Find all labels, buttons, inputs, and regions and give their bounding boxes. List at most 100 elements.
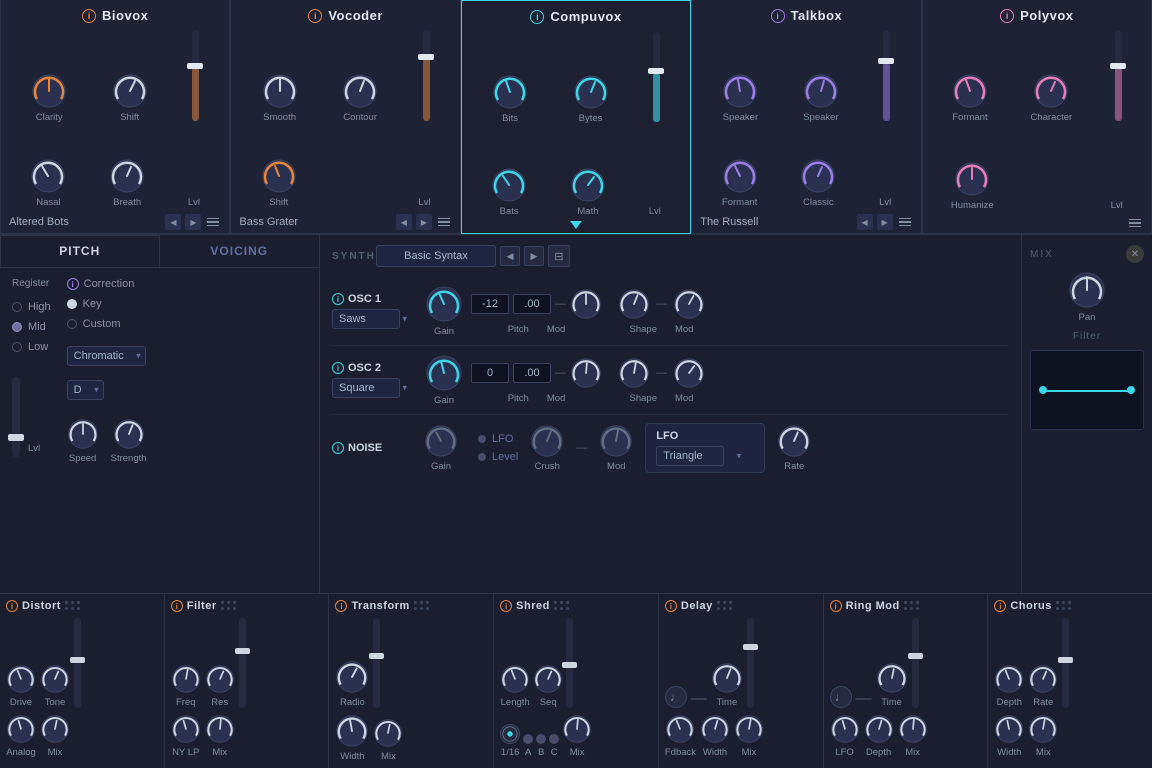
synth-prev-btn[interactable]: ◀ [500, 246, 520, 266]
speaker1-knob[interactable] [722, 73, 758, 109]
nasal-knob[interactable] [30, 158, 66, 194]
shred-a-dot[interactable] [523, 734, 533, 744]
bytes-knob[interactable] [573, 74, 609, 110]
bats-knob[interactable] [491, 167, 527, 203]
lfo-rate-knob[interactable] [777, 424, 811, 458]
shred-116-knob[interactable] [500, 724, 520, 744]
mid-radio[interactable] [12, 322, 22, 332]
chorus-drag-handle[interactable] [1056, 601, 1072, 611]
ringmod-mix-knob[interactable] [898, 714, 928, 744]
osc2-pitch-mod-knob[interactable] [570, 357, 602, 389]
ringmod-time-knob[interactable] [876, 662, 908, 694]
osc2-pitch-coarse[interactable] [471, 363, 509, 383]
polyvox-menu[interactable] [1127, 217, 1143, 230]
compuvox-level-slider[interactable] [653, 32, 660, 124]
correction-icon[interactable]: i [67, 278, 79, 290]
shred-drag-handle[interactable] [554, 601, 570, 611]
talkbox-next[interactable]: ▶ [877, 214, 893, 230]
talkbox-level-slider[interactable] [883, 31, 890, 123]
formant2-knob[interactable] [952, 73, 988, 109]
register-high[interactable]: High [12, 301, 51, 313]
tone-knob[interactable] [40, 664, 70, 694]
res-knob[interactable] [205, 664, 235, 694]
humanize-knob[interactable] [954, 161, 990, 197]
contour-knob[interactable] [342, 73, 378, 109]
high-radio[interactable] [12, 302, 22, 312]
filter-dot-left[interactable] [1039, 386, 1047, 394]
nylp-knob[interactable] [171, 714, 201, 744]
speaker2-knob[interactable] [803, 73, 839, 109]
delay-width-knob[interactable] [700, 714, 730, 744]
talkbox-prev[interactable]: ◀ [857, 214, 873, 230]
osc2-pitch-fine[interactable] [513, 363, 551, 383]
pan-knob[interactable] [1068, 271, 1106, 309]
width-knob[interactable] [335, 714, 369, 748]
delay-time-knob[interactable] [711, 662, 743, 694]
tab-pitch[interactable]: PITCH [0, 235, 160, 267]
freq-knob[interactable] [171, 664, 201, 694]
register-mid[interactable]: Mid [12, 321, 51, 333]
osc2-shape-knob[interactable] [618, 357, 650, 389]
vocoder-menu[interactable] [436, 216, 452, 229]
analog-knob[interactable] [6, 714, 36, 744]
delay-mix-knob[interactable] [734, 714, 764, 744]
osc1-gain-knob[interactable] [425, 285, 463, 323]
talkbox-menu[interactable] [897, 216, 913, 229]
radio-knob[interactable] [335, 660, 369, 694]
ringmod-info-icon[interactable]: i [830, 600, 842, 612]
distort-info-icon[interactable]: i [6, 600, 18, 612]
osc2-shape-mod-knob[interactable] [673, 357, 705, 389]
osc2-waveform-select[interactable]: Square Sine Saws Triangle [332, 378, 400, 398]
osc1-waveform-wrap[interactable]: Saws Sine Square Triangle [332, 309, 412, 329]
ringmod-drag-handle[interactable] [904, 601, 920, 611]
voc-shift-knob[interactable] [261, 158, 297, 194]
chorus-rate-knob[interactable] [1028, 664, 1058, 694]
ringmod-lfo-knob[interactable] [830, 714, 860, 744]
lfo-waveform-wrap[interactable]: Triangle Sine Square Saw [656, 446, 746, 466]
distort-drag-handle[interactable] [65, 601, 81, 611]
osc2-gain-knob[interactable] [425, 354, 463, 392]
chorus-mix-knob[interactable] [1028, 714, 1058, 744]
transform-info-icon[interactable]: i [335, 600, 347, 612]
osc1-info-icon[interactable]: i [332, 293, 344, 305]
osc1-pitch-mod-knob[interactable] [570, 288, 602, 320]
strength-knob[interactable] [113, 418, 145, 450]
polyvox-info-icon[interactable]: i [1000, 9, 1014, 23]
noise-mod-knob[interactable] [599, 424, 633, 458]
filter-info-icon[interactable]: i [171, 600, 183, 612]
chorus-depth-knob[interactable] [994, 664, 1024, 694]
chromatic-select[interactable]: Chromatic Major Minor [67, 346, 146, 366]
transform-mix-knob[interactable] [373, 718, 403, 748]
polyvox-level-slider[interactable] [1115, 31, 1122, 123]
shred-b-dot[interactable] [536, 734, 546, 744]
breath-knob[interactable] [109, 158, 145, 194]
custom-radio[interactable] [67, 319, 77, 329]
dist-mix-knob[interactable] [40, 714, 70, 744]
synth-next-btn[interactable]: ▶ [524, 246, 544, 266]
length-knob[interactable] [500, 664, 530, 694]
osc1-shape-mod-knob[interactable] [673, 288, 705, 320]
delay-note-icon[interactable]: ♩ [665, 686, 687, 708]
osc2-waveform-wrap[interactable]: Square Sine Saws Triangle [332, 378, 412, 398]
osc1-pitch-coarse[interactable] [471, 294, 509, 314]
chorus-width-knob[interactable] [994, 714, 1024, 744]
synth-save-btn[interactable]: ⊟ [548, 245, 570, 267]
osc1-shape-knob[interactable] [618, 288, 650, 320]
filter-mix-knob[interactable] [205, 714, 235, 744]
character-knob[interactable] [1033, 73, 1069, 109]
shred-c-dot[interactable] [549, 734, 559, 744]
key-select[interactable]: D C E F G [67, 380, 104, 400]
biovox-info-icon[interactable]: i [82, 9, 96, 23]
ringmod-depth-knob[interactable] [864, 714, 894, 744]
chromatic-dropdown-wrap[interactable]: Chromatic Major Minor [67, 346, 146, 366]
key-radio[interactable] [67, 299, 77, 309]
vocoder-prev[interactable]: ◀ [396, 214, 412, 230]
compuvox-info-icon[interactable]: i [530, 10, 544, 24]
clarity-knob[interactable] [31, 73, 67, 109]
seq-knob[interactable] [533, 664, 563, 694]
biovox-level-slider[interactable] [192, 31, 199, 123]
biovox-prev[interactable]: ◀ [165, 214, 181, 230]
noise-gain-knob[interactable] [424, 424, 458, 458]
low-radio[interactable] [12, 342, 22, 352]
osc1-waveform-select[interactable]: Saws Sine Square Triangle [332, 309, 400, 329]
